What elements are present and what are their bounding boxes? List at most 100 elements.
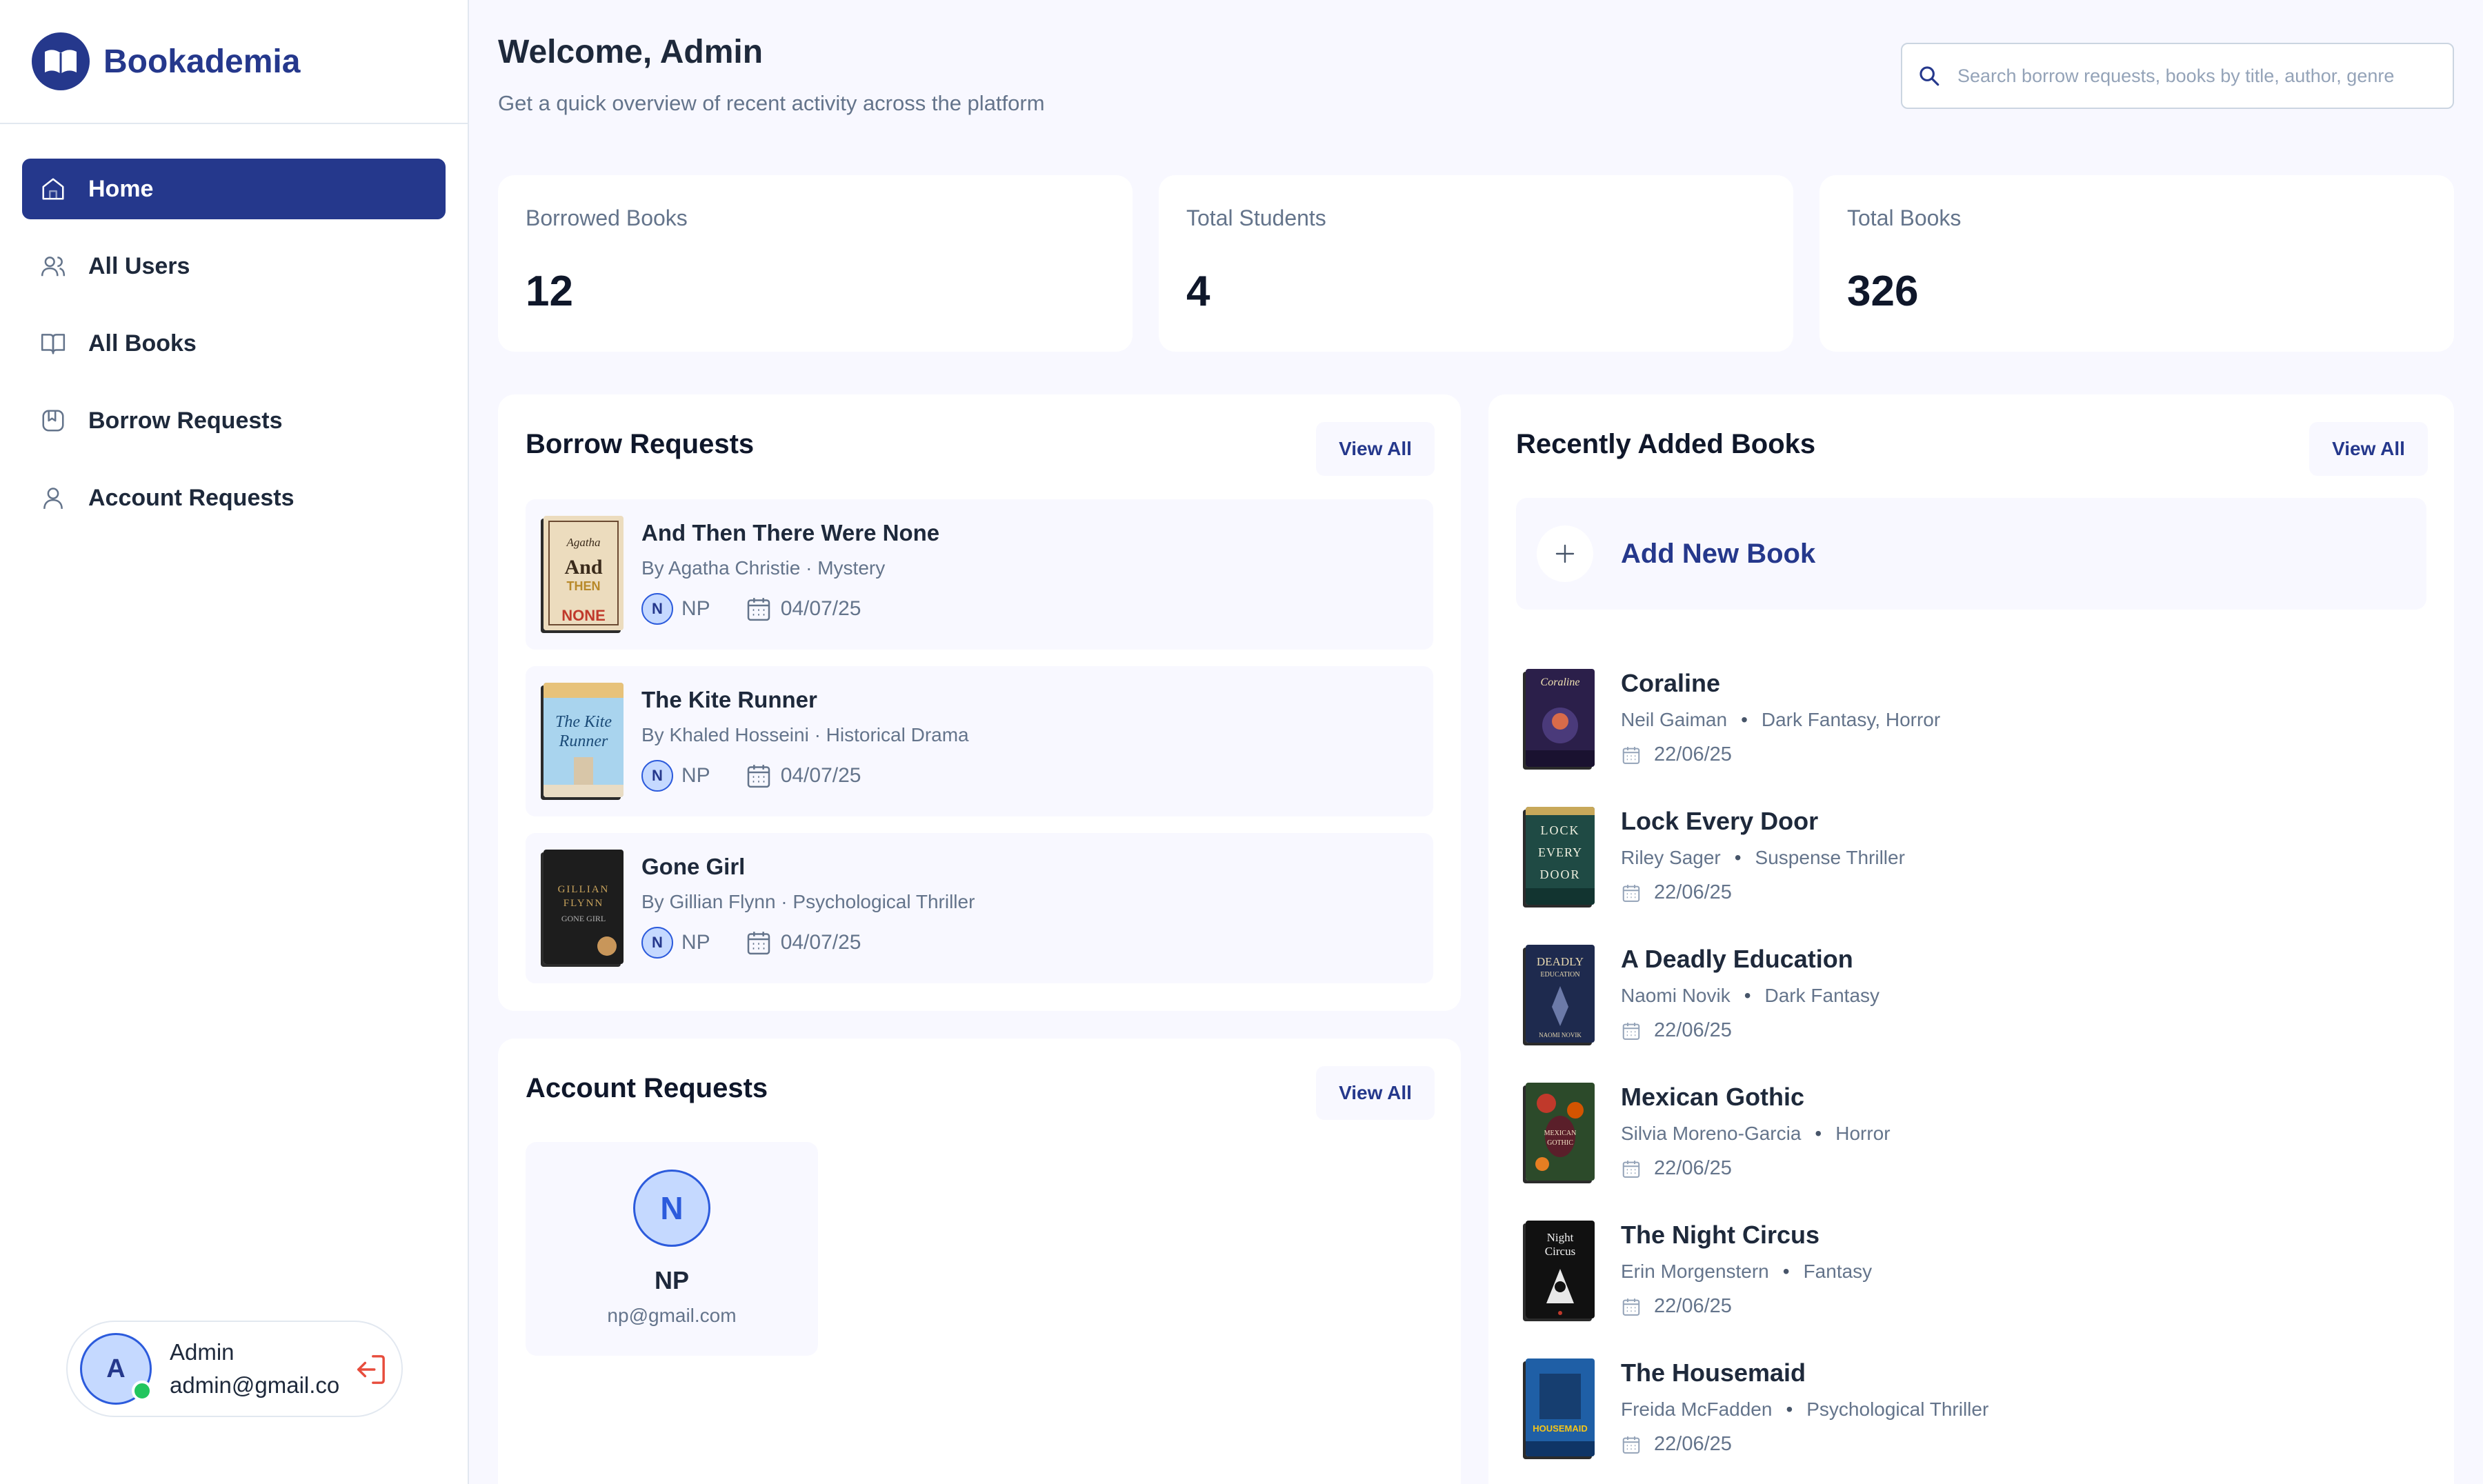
- stat-card-borrowed-books: Borrowed Books 12: [498, 175, 1133, 352]
- user-avatar: N: [641, 760, 673, 792]
- svg-text:DOOR: DOOR: [1539, 868, 1580, 881]
- book-author: Riley Sager: [1621, 847, 1721, 868]
- book-date-text: 22/06/25: [1654, 1433, 1732, 1455]
- user-profile[interactable]: A Admin admin@gmail.co: [66, 1321, 403, 1417]
- book-date: 22/06/25: [1621, 1019, 1732, 1042]
- request-meta: N NP 04/07/25: [641, 593, 861, 625]
- recent-book-item[interactable]: Night Circus The Night Circus Erin Morge…: [1526, 1221, 2422, 1331]
- stat-card-total-books: Total Books 326: [1819, 175, 2454, 352]
- book-genre: Suspense Thriller: [1755, 847, 1905, 868]
- book-open-icon: [39, 329, 68, 358]
- book-date: 22/06/25: [1621, 1157, 1732, 1180]
- svg-text:THEN: THEN: [567, 579, 601, 593]
- book-cover-image: MEXICAN GOTHIC: [1526, 1083, 1595, 1181]
- sidebar-item-borrow-requests[interactable]: Borrow Requests: [22, 390, 446, 451]
- request-user: NP: [681, 597, 710, 620]
- search-input[interactable]: [1957, 65, 2426, 87]
- svg-text:GOTHIC: GOTHIC: [1547, 1139, 1573, 1147]
- brand[interactable]: Bookademia: [0, 0, 468, 124]
- panel-title: Account Requests: [526, 1073, 768, 1103]
- book-title: A Deadly Education: [1621, 945, 1853, 973]
- add-new-book-label: Add New Book: [1621, 538, 1816, 569]
- book-author: Naomi Novik: [1621, 985, 1731, 1006]
- borrow-request-item[interactable]: Agatha And THEN NONE And Then There Were…: [526, 499, 1433, 650]
- svg-text:LOCK: LOCK: [1541, 823, 1580, 837]
- sidebar-item-label: All Users: [88, 252, 190, 279]
- calendar-icon: [1621, 1296, 1642, 1317]
- calendar-icon: [1621, 883, 1642, 903]
- recent-book-item[interactable]: MEXICAN GOTHIC Mexican Gothic Silvia Mor…: [1526, 1083, 2422, 1193]
- avatar: N: [633, 1170, 710, 1247]
- svg-text:MEXICAN: MEXICAN: [1544, 1130, 1577, 1137]
- add-new-book-button[interactable]: Add New Book: [1516, 498, 2426, 610]
- calendar-icon: [1621, 1021, 1642, 1041]
- book-date-text: 22/06/25: [1654, 1019, 1732, 1041]
- account-name: NP: [654, 1266, 689, 1294]
- recent-book-item[interactable]: DEADLY EDUCATION NAOMI NOVIK A Deadly Ed…: [1526, 945, 2422, 1055]
- svg-text:EDUCATION: EDUCATION: [1540, 971, 1579, 979]
- stat-label: Total Students: [1186, 205, 1326, 230]
- svg-text:Runner: Runner: [559, 732, 608, 750]
- book-genre: Horror: [1835, 1123, 1891, 1144]
- book-subtitle: Silvia Moreno-Garcia • Horror: [1621, 1123, 1891, 1145]
- profile-email: admin@gmail.co: [170, 1372, 340, 1398]
- svg-text:Circus: Circus: [1545, 1245, 1575, 1258]
- account-request-card[interactable]: N NP np@gmail.com: [526, 1142, 818, 1356]
- request-date: 04/07/25: [780, 931, 861, 954]
- account-email: np@gmail.com: [607, 1305, 737, 1326]
- stat-label: Borrowed Books: [526, 205, 688, 230]
- svg-text:Night: Night: [1547, 1231, 1574, 1244]
- account-requests-panel: Account Requests View All N NP np@gmail.…: [498, 1039, 1461, 1484]
- profile-text: Admin admin@gmail.co: [170, 1339, 339, 1398]
- book-author: Freida McFadden: [1621, 1398, 1773, 1420]
- plus-icon: [1537, 525, 1593, 582]
- svg-text:GONE GIRL: GONE GIRL: [561, 914, 606, 923]
- request-meta: N NP 04/07/25: [641, 760, 861, 792]
- recent-book-item[interactable]: HOUSEMAID The Housemaid Freida McFadden …: [1526, 1358, 2422, 1469]
- request-book-title: Gone Girl: [641, 854, 746, 879]
- svg-text:NAOMI NOVIK: NAOMI NOVIK: [1539, 1032, 1582, 1039]
- online-status-dot: [132, 1381, 152, 1401]
- book-date-text: 22/06/25: [1654, 881, 1732, 903]
- search-bar[interactable]: [1901, 43, 2454, 109]
- recent-book-item[interactable]: LOCK EVERY DOOR Lock Every Door Riley Sa…: [1526, 807, 2422, 917]
- book-date: 22/06/25: [1621, 1295, 1732, 1318]
- sidebar: Bookademia Home All Users All Books Borr…: [0, 0, 469, 1484]
- borrow-request-item[interactable]: The Kite Runner The Kite Runner By Khale…: [526, 666, 1433, 816]
- sidebar-nav: Home All Users All Books Borrow Requests…: [0, 124, 468, 528]
- home-icon: [39, 174, 68, 203]
- book-cover-image: GILLIAN FLYNN GONE GIRL: [544, 850, 624, 964]
- logout-icon[interactable]: [355, 1352, 386, 1387]
- sidebar-item-home[interactable]: Home: [22, 159, 446, 219]
- view-all-recent-books-button[interactable]: View All: [2309, 422, 2428, 476]
- sidebar-item-all-books[interactable]: All Books: [22, 313, 446, 374]
- view-all-account-requests-button[interactable]: View All: [1316, 1066, 1435, 1120]
- book-title: Mexican Gothic: [1621, 1083, 1805, 1111]
- borrow-request-item[interactable]: GILLIAN FLYNN GONE GIRL Gone Girl By Gil…: [526, 833, 1433, 983]
- sidebar-item-all-users[interactable]: All Users: [22, 236, 446, 297]
- book-date-text: 22/06/25: [1654, 1157, 1732, 1179]
- stat-value: 4: [1186, 268, 1210, 315]
- view-all-borrow-requests-button[interactable]: View All: [1316, 422, 1435, 476]
- sidebar-item-label: Home: [88, 175, 154, 202]
- stat-label: Total Books: [1847, 205, 1962, 230]
- search-icon: [1917, 64, 1941, 88]
- sidebar-item-account-requests[interactable]: Account Requests: [22, 468, 446, 528]
- book-cover-image: LOCK EVERY DOOR: [1526, 807, 1595, 905]
- calendar-icon: [1621, 1434, 1642, 1455]
- recent-book-item[interactable]: Coraline Coraline Neil Gaiman • Dark Fan…: [1526, 669, 2422, 779]
- stat-value: 12: [526, 268, 573, 315]
- request-user: NP: [681, 931, 710, 954]
- book-date-text: 22/06/25: [1654, 743, 1732, 765]
- separator-dot: •: [1734, 847, 1742, 868]
- svg-text:HOUSEMAID: HOUSEMAID: [1533, 1423, 1587, 1434]
- book-title: Coraline: [1621, 669, 1721, 697]
- book-subtitle: Neil Gaiman • Dark Fantasy, Horror: [1621, 709, 1940, 731]
- book-subtitle: Freida McFadden • Psychological Thriller: [1621, 1398, 1988, 1421]
- request-book-subtitle: By Gillian Flynn · Psychological Thrille…: [641, 891, 975, 912]
- borrow-requests-panel: Borrow Requests View All Agatha And THEN…: [498, 394, 1461, 1011]
- svg-text:Agatha: Agatha: [566, 536, 600, 549]
- separator-dot: •: [1815, 1123, 1822, 1144]
- stat-card-total-students: Total Students 4: [1159, 175, 1793, 352]
- book-title: Lock Every Door: [1621, 807, 1819, 835]
